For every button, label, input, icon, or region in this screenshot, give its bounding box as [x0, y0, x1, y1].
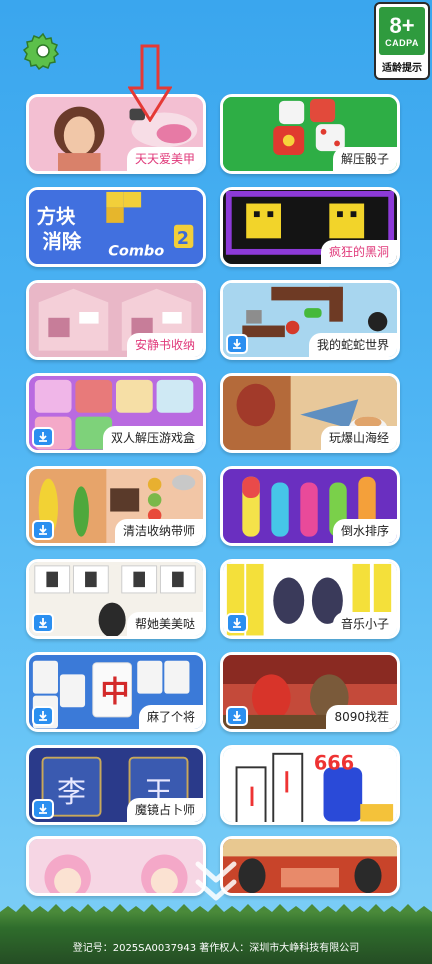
game-card-nail[interactable]: 天天爱美甲 — [26, 94, 206, 174]
game-title: 疯狂的黑洞 — [320, 240, 397, 264]
game-card-spotdiff[interactable]: 8090找茬 — [220, 652, 400, 732]
game-card-dressup[interactable]: 帮她美美哒 — [26, 559, 206, 639]
download-icon — [39, 618, 47, 628]
download-button[interactable] — [226, 613, 248, 633]
download-icon — [39, 432, 47, 442]
game-card-dice[interactable]: 解压骰子 — [220, 94, 400, 174]
download-icon — [39, 711, 47, 721]
download-button[interactable] — [32, 706, 54, 726]
game-title: 玩爆山海经 — [320, 426, 397, 450]
age-label: 适龄提示 — [382, 63, 422, 74]
copyright-footer: 登记号：2025SA0037943 著作权人：深圳市大峥科技有限公司 — [72, 943, 360, 954]
game-card-doublebox[interactable]: 双人解压游戏盒 — [26, 373, 206, 453]
game-card-music[interactable]: 音乐小子 — [220, 559, 400, 639]
game-title: 我的蛇蛇世界 — [308, 333, 397, 357]
download-button[interactable] — [32, 520, 54, 540]
game-card-mahjong[interactable]: 中 麻了个将 — [26, 652, 206, 732]
game-card-watersort[interactable]: 倒水排序 — [220, 466, 400, 546]
game-thumbnail — [29, 839, 203, 893]
game-grid: 8+ CADPA 适龄提示 天天爱美甲 解压骰子 方块 消除 Combo 2 疯… — [0, 0, 432, 964]
art-text-1: 方块 — [37, 205, 76, 228]
pointer-arrow-icon — [128, 44, 172, 122]
game-title: 安静书收纳 — [126, 333, 203, 357]
game-title: 魔镜占卜师 — [126, 798, 203, 822]
game-title: 天天爱美甲 — [126, 147, 203, 171]
game-card-anime[interactable] — [26, 836, 206, 896]
game-title: 清洁收纳带师 — [114, 519, 203, 543]
settings-button[interactable] — [22, 30, 64, 72]
art-666: 666 — [314, 751, 354, 774]
game-card-cleaning[interactable]: 清洁收纳带师 — [26, 466, 206, 546]
game-title: 帮她美美哒 — [126, 612, 203, 636]
game-card-quietbook[interactable]: 安静书收纳 — [26, 280, 206, 360]
art-text-2: 消除 — [43, 230, 82, 253]
age-org: CADPA — [385, 38, 419, 48]
game-title: 倒水排序 — [332, 519, 397, 543]
game-thumbnail — [223, 839, 397, 893]
game-title: 双人解压游戏盒 — [102, 426, 203, 450]
ground — [0, 912, 432, 964]
game-card-blackhole[interactable]: 疯狂的黑洞 — [220, 187, 400, 267]
game-title: 麻了个将 — [138, 705, 203, 729]
game-title: 音乐小子 — [332, 612, 397, 636]
download-button[interactable] — [32, 427, 54, 447]
age-rating-box: 8+ CADPA — [379, 7, 425, 55]
download-button[interactable] — [32, 613, 54, 633]
download-button[interactable] — [226, 334, 248, 354]
game-thumbnail: 方块 消除 Combo 2 — [29, 190, 203, 264]
download-icon — [39, 525, 47, 535]
download-icon — [233, 711, 241, 721]
download-icon — [39, 804, 47, 814]
download-icon — [233, 339, 241, 349]
game-thumbnail: 666 — [223, 748, 397, 822]
game-title: 解压骰子 — [332, 147, 397, 171]
download-button[interactable] — [226, 706, 248, 726]
game-card-mirror[interactable]: 李 王 魔镜占卜师 — [26, 745, 206, 825]
age-rating-badge: 8+ CADPA 适龄提示 — [374, 2, 430, 80]
art-text-4: 2 — [177, 229, 189, 249]
art-char-1: 李 — [57, 775, 86, 809]
game-title: 8090找茬 — [326, 705, 397, 729]
game-card-shanhaijing[interactable]: 玩爆山海经 — [220, 373, 400, 453]
art-tile-text: 中 — [101, 674, 130, 708]
gear-icon — [23, 32, 60, 71]
download-icon — [233, 618, 241, 628]
game-card-room[interactable] — [220, 836, 400, 896]
game-card-stickman[interactable]: 666 — [220, 745, 400, 825]
game-card-block[interactable]: 方块 消除 Combo 2 — [26, 187, 206, 267]
download-button[interactable] — [32, 799, 54, 819]
age-number: 8+ — [389, 13, 415, 38]
game-card-snake[interactable]: 我的蛇蛇世界 — [220, 280, 400, 360]
art-text-3: Combo — [108, 244, 164, 260]
